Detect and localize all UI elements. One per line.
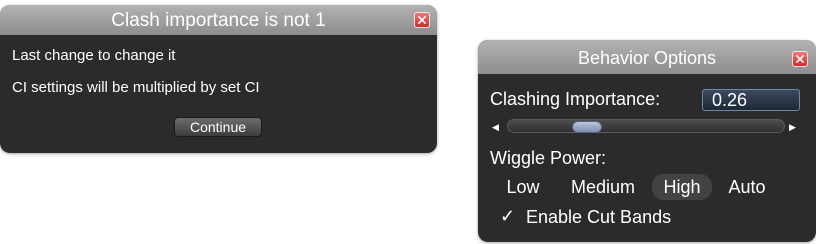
dialog-titlebar[interactable]: Clash importance is not 1 — [0, 5, 437, 35]
wiggle-option-high[interactable]: High — [652, 174, 712, 200]
message-line: CI settings will be multiplied by set CI — [12, 79, 260, 96]
close-icon — [796, 55, 804, 63]
wiggle-option-auto[interactable]: Auto — [719, 174, 775, 200]
message-line: Last change to change it — [12, 47, 176, 64]
continue-button[interactable]: Continue — [174, 117, 262, 137]
wiggle-option-medium[interactable]: Medium — [561, 174, 645, 200]
clash-importance-dialog: Clash importance is not 1 Last change to… — [0, 5, 437, 153]
enable-cut-bands-label[interactable]: Enable Cut Bands — [526, 207, 671, 228]
arrow-left-icon[interactable]: ◀ — [492, 121, 499, 133]
wiggle-power-label: Wiggle Power: — [490, 148, 607, 168]
clashing-importance-input[interactable]: 0.26 — [702, 89, 800, 111]
wiggle-option-low[interactable]: Low — [498, 174, 548, 200]
behavior-options-dialog: Behavior Options Clashing Importance: 0.… — [478, 40, 816, 242]
close-icon — [418, 16, 426, 24]
dialog-titlebar[interactable]: Behavior Options — [478, 40, 816, 74]
close-button[interactable] — [414, 12, 430, 28]
enable-cut-bands-checkbox[interactable]: ✓ — [500, 207, 518, 225]
clashing-importance-label: Clashing Importance: — [490, 89, 661, 109]
clashing-importance-slider[interactable] — [507, 119, 785, 133]
arrow-right-icon[interactable]: ▶ — [789, 121, 796, 133]
close-button[interactable] — [792, 51, 808, 67]
slider-thumb[interactable] — [572, 121, 602, 133]
